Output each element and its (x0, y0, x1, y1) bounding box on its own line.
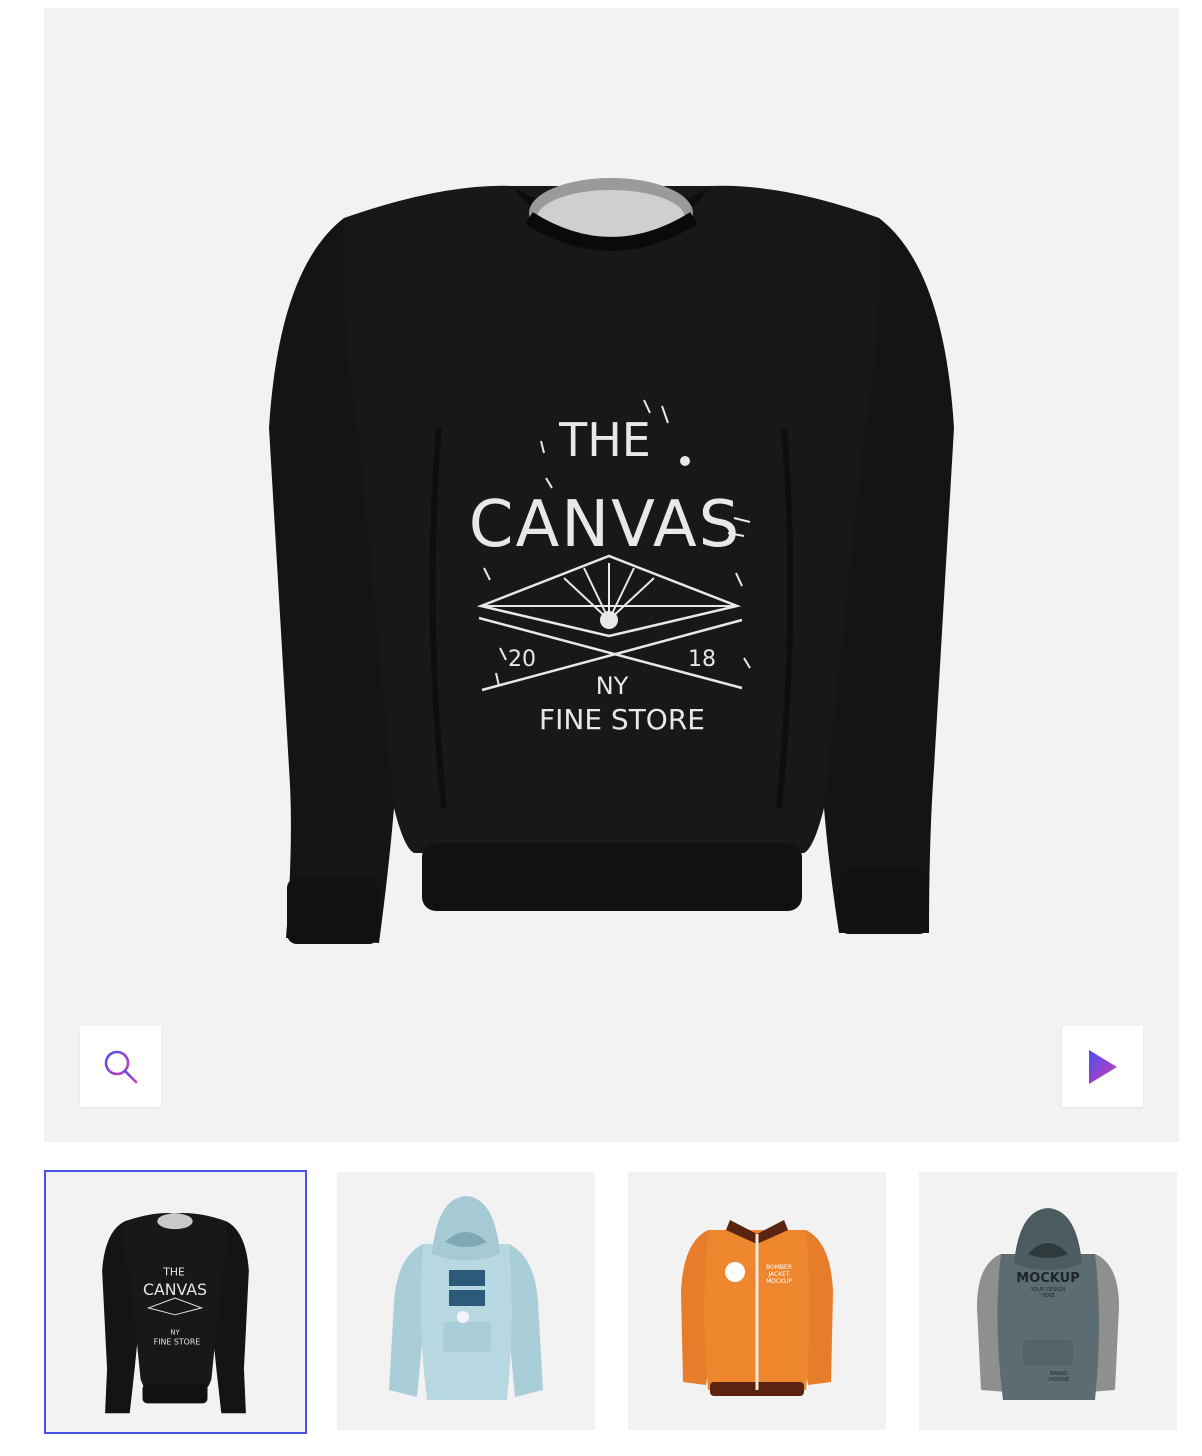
grey-hoodie-thumbnail-image: MOCKUP YOUR DESIGN HERE BRAND HOODIE (977, 1208, 1119, 1400)
jacket-thumbnail-image: BOMBER JACKET MOCKUP (681, 1220, 833, 1396)
thumbnail-grey-hoodie[interactable]: MOCKUP YOUR DESIGN HERE BRAND HOODIE (919, 1172, 1177, 1430)
search-icon (104, 1050, 137, 1083)
hoodie-thumbnail-image (389, 1196, 543, 1400)
sweatshirt-image: THE CANVAS 20 18 NY FINE STORE (269, 178, 954, 944)
jacket-print-2: JACKET (767, 1271, 790, 1278)
print-store: FINE STORE (539, 703, 705, 736)
print-year-right: 18 (688, 647, 716, 672)
zoom-button[interactable] (80, 1026, 161, 1107)
print-city: NY (596, 672, 629, 700)
svg-text:CANVAS: CANVAS (143, 1280, 207, 1299)
hoodie-print-sub2: HERE (1041, 1293, 1055, 1299)
jacket-print-3: MOCKUP (766, 1278, 792, 1285)
print-line2: CANVAS (469, 488, 741, 562)
main-product-viewer[interactable]: THE CANVAS 20 18 NY FINE STORE (44, 8, 1179, 1142)
print-year-left: 20 (508, 647, 536, 672)
jacket-print-1: BOMBER (766, 1264, 792, 1271)
play-icon (1088, 1049, 1117, 1084)
thumbnail-blue-hoodie[interactable] (337, 1172, 595, 1430)
hoodie-print-hoodie: HOODIE (1049, 1377, 1069, 1383)
hoodie-print-main: MOCKUP (1016, 1271, 1079, 1286)
thumbnail-orange-jacket[interactable]: BOMBER JACKET MOCKUP (628, 1172, 886, 1430)
play-button[interactable] (1062, 1026, 1143, 1107)
thumbnail-black-sweatshirt[interactable]: THE CANVAS NY FINE STORE (44, 1170, 307, 1434)
svg-text:THE: THE (162, 1265, 185, 1278)
svg-text:FINE STORE: FINE STORE (154, 1337, 201, 1346)
print-line1: THE (558, 413, 651, 467)
sweatshirt-thumbnail-image: THE CANVAS NY FINE STORE (102, 1213, 249, 1414)
thumbnail-strip: THE CANVAS NY FINE STORE BOMBER JACKET M… (44, 1170, 1179, 1434)
svg-text:NY: NY (170, 1328, 180, 1336)
